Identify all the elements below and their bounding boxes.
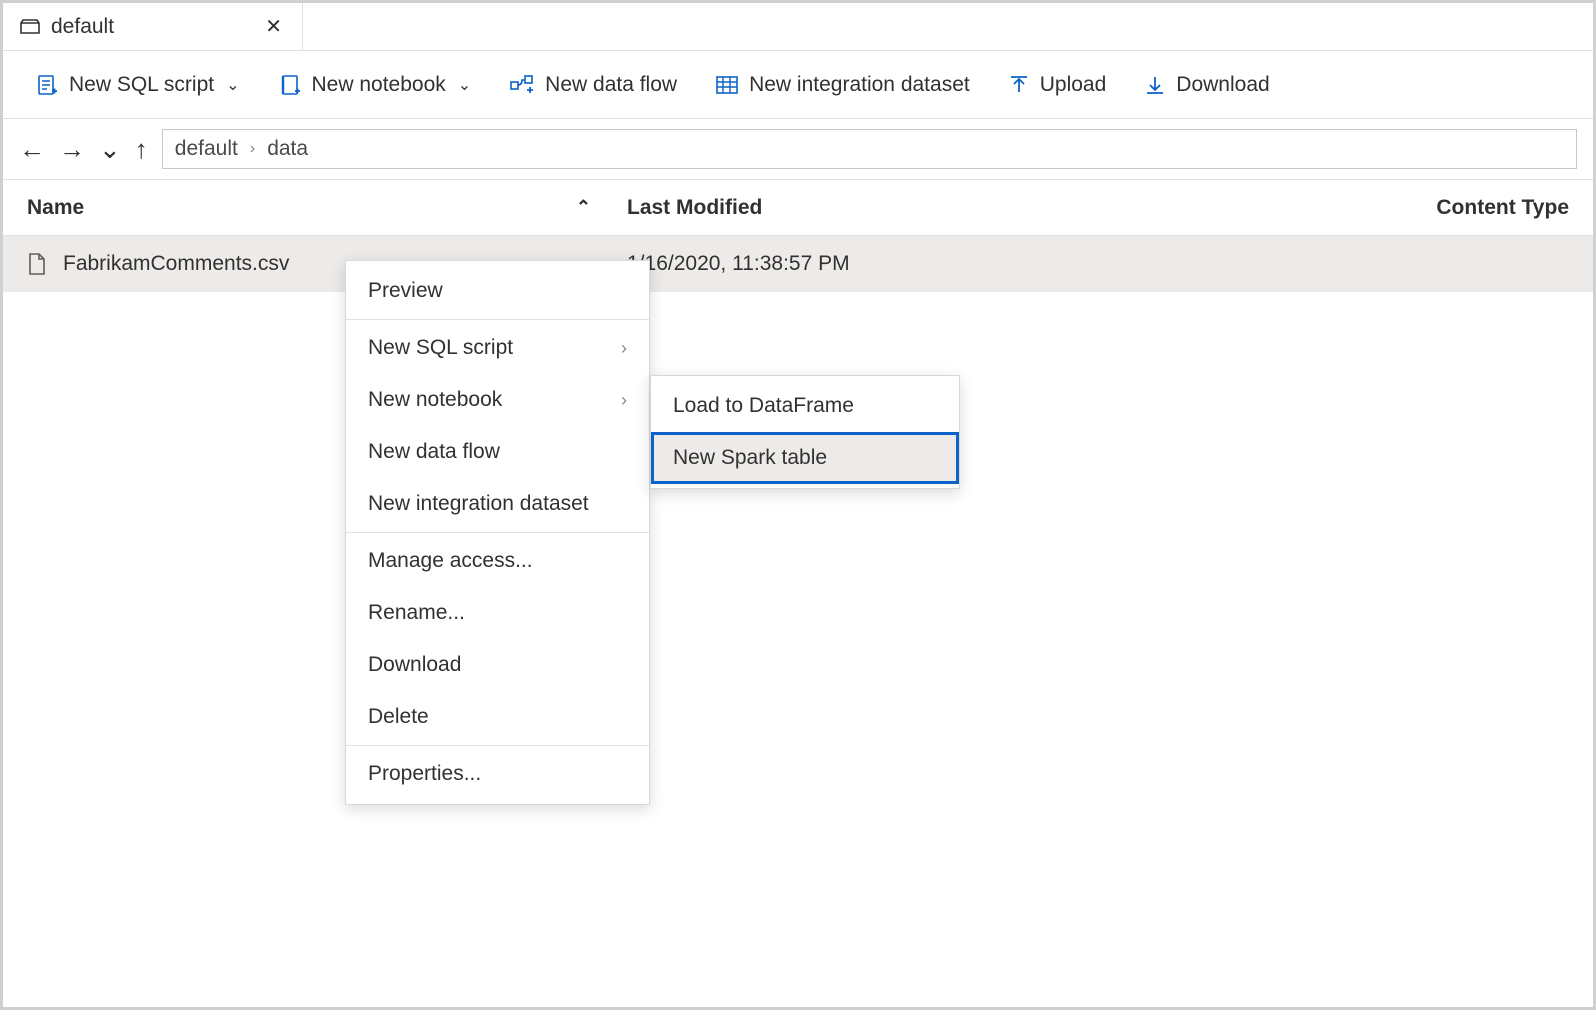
upload-button[interactable]: Upload <box>1008 73 1107 97</box>
context-menu-preview[interactable]: Preview <box>346 265 649 317</box>
tab-title: default <box>51 15 114 39</box>
nav-recent-icon[interactable]: ⌄ <box>99 136 121 162</box>
submenu-load-to-dataframe[interactable]: Load to DataFrame <box>651 380 959 432</box>
dataset-icon <box>715 74 739 96</box>
submenu-new-spark-table[interactable]: New Spark table <box>651 432 959 484</box>
context-menu: Preview New SQL script › New notebook › … <box>345 260 650 805</box>
file-last-modified: 1/16/2020, 11:38:57 PM <box>627 252 1207 276</box>
table-row[interactable]: FabrikamComments.csv 1/16/2020, 11:38:57… <box>3 236 1593 292</box>
context-submenu-new-notebook: Load to DataFrame New Spark table <box>650 375 960 489</box>
context-menu-rename[interactable]: Rename... <box>346 587 649 639</box>
column-header-last-modified[interactable]: Last Modified <box>627 196 1207 220</box>
chevron-right-icon: › <box>621 390 627 411</box>
chevron-right-icon: › <box>250 140 255 158</box>
close-icon[interactable]: ✕ <box>261 14 286 39</box>
context-menu-new-notebook[interactable]: New notebook › <box>346 374 649 426</box>
download-button[interactable]: Download <box>1144 73 1269 97</box>
toolbar-label: Upload <box>1040 73 1107 97</box>
breadcrumb-segment[interactable]: data <box>267 137 308 161</box>
context-menu-download[interactable]: Download <box>346 639 649 691</box>
context-menu-new-integration-dataset[interactable]: New integration dataset <box>346 478 649 530</box>
download-icon <box>1144 74 1166 96</box>
column-header-content-type[interactable]: Content Type <box>1207 196 1569 220</box>
toolbar-label: New SQL script <box>69 73 214 97</box>
context-menu-delete[interactable]: Delete <box>346 691 649 743</box>
breadcrumb[interactable]: default › data <box>162 129 1577 169</box>
column-header-name[interactable]: Name ⌃ <box>27 196 627 220</box>
tab-default[interactable]: default ✕ <box>3 3 303 50</box>
notebook-icon <box>278 73 302 97</box>
table-header: Name ⌃ Last Modified Content Type <box>3 180 1593 236</box>
toolbar-label: New integration dataset <box>749 73 970 97</box>
sort-ascending-icon: ⌃ <box>576 197 591 218</box>
context-menu-new-data-flow[interactable]: New data flow <box>346 426 649 478</box>
new-integration-dataset-button[interactable]: New integration dataset <box>715 73 970 97</box>
new-notebook-button[interactable]: New notebook ⌄ <box>278 73 472 97</box>
toolbar: New SQL script ⌄ New notebook ⌄ New data… <box>3 51 1593 119</box>
sql-script-icon <box>35 73 59 97</box>
context-menu-new-sql-script[interactable]: New SQL script › <box>346 322 649 374</box>
context-menu-manage-access[interactable]: Manage access... <box>346 535 649 587</box>
navigation-row: ← → ⌄ ↑ default › data <box>3 119 1593 180</box>
file-icon <box>27 252 47 276</box>
upload-icon <box>1008 74 1030 96</box>
container-icon <box>19 19 41 35</box>
breadcrumb-segment[interactable]: default <box>175 137 238 161</box>
nav-back-icon[interactable]: ← <box>19 136 45 162</box>
toolbar-label: Download <box>1176 73 1269 97</box>
file-name: FabrikamComments.csv <box>63 252 289 276</box>
new-sql-script-button[interactable]: New SQL script ⌄ <box>35 73 240 97</box>
toolbar-label: New notebook <box>312 73 446 97</box>
chevron-down-icon: ⌄ <box>458 75 471 95</box>
menu-separator <box>346 319 649 320</box>
menu-separator <box>346 532 649 533</box>
menu-separator <box>346 745 649 746</box>
toolbar-label: New data flow <box>545 73 677 97</box>
new-data-flow-button[interactable]: New data flow <box>509 73 677 97</box>
data-flow-icon <box>509 73 535 97</box>
context-menu-properties[interactable]: Properties... <box>346 748 649 800</box>
nav-up-icon[interactable]: ↑ <box>135 136 148 162</box>
chevron-down-icon: ⌄ <box>226 75 239 95</box>
chevron-right-icon: › <box>621 338 627 359</box>
tab-bar: default ✕ <box>3 3 1593 51</box>
nav-forward-icon[interactable]: → <box>59 136 85 162</box>
